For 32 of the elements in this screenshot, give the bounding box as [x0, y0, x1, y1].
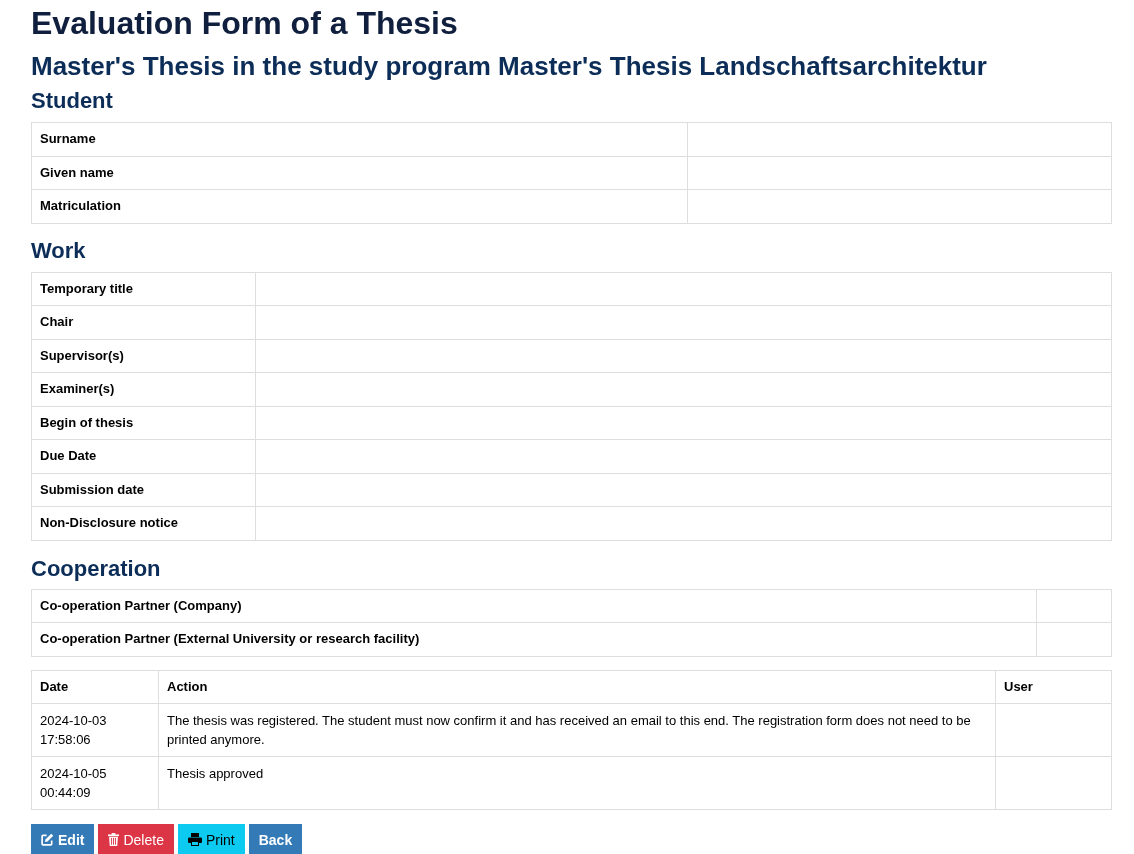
action-text: Thesis approved [167, 766, 264, 781]
trash-icon [108, 833, 120, 846]
field-label: Matriculation [40, 198, 121, 213]
page-subtitle: Master's Thesis in the study program Master's Thesis Landschaftsarchitektur [31, 50, 988, 82]
edit-icon [41, 833, 54, 846]
field-label: Chair [40, 314, 74, 329]
column-header: User [1004, 678, 1033, 694]
field-label: Co-operation Partner (External University or research facility) [40, 631, 420, 646]
field-label: Due Date [40, 448, 97, 463]
edit-button[interactable]: Edit [31, 824, 95, 854]
field-label: Temporary title [40, 280, 133, 296]
page-title: Evaluation Form of a Thesis [31, 4, 459, 42]
field-label: Co-operation Partner (Company) [40, 597, 242, 613]
date-text: 2024-10-03 17:58:06 [40, 713, 107, 747]
field-label: Begin of thesis [40, 414, 134, 430]
action-text: The thesis was registered. The student must now confirm it and has received an email to this end. The registration form does not need to be printed anymore. [167, 713, 971, 747]
delete-button[interactable]: Delete [98, 824, 174, 854]
print-button[interactable]: Print [177, 824, 245, 854]
field-label: Supervisor(s) [40, 347, 124, 363]
section-heading: Cooperation [31, 555, 162, 582]
column-header: Date [40, 678, 69, 694]
field-label: Surname [40, 131, 96, 146]
field-label: Given name [40, 164, 114, 180]
section-heading: Work [31, 237, 87, 264]
date-text: 2024-10-05 00:44:09 [40, 766, 107, 800]
printer-icon [187, 833, 202, 846]
section-heading: Student [31, 88, 114, 114]
field-label: Non-Disclosure notice [40, 515, 178, 530]
back-button[interactable]: Back [248, 824, 303, 854]
field-label: Examiner(s) [40, 381, 115, 396]
field-label: Submission date [40, 481, 145, 497]
column-header: Action [167, 678, 208, 694]
